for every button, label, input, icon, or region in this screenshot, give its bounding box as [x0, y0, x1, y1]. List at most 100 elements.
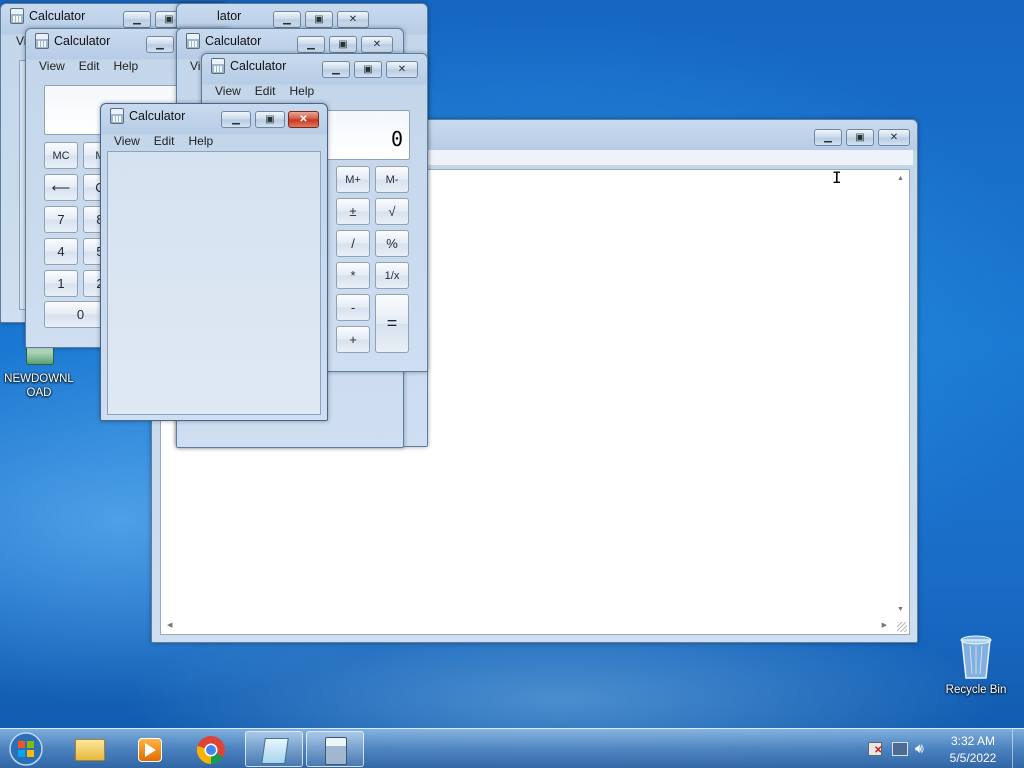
newdownload-label: NEWDOWNL OAD — [4, 373, 74, 399]
clock-time[interactable]: 3:32 AM — [938, 734, 1008, 748]
window-title: Calculator — [230, 59, 287, 73]
close-icon: ✕ — [889, 132, 899, 143]
volume-icon[interactable]: 🔊︎ — [915, 740, 924, 757]
menu-edit[interactable]: Edit — [147, 134, 182, 148]
network-icon[interactable] — [892, 742, 908, 756]
menubar: View Edit Help — [107, 132, 220, 150]
minus-button[interactable]: - — [336, 294, 370, 321]
percent-button[interactable]: % — [375, 230, 409, 257]
maximize-button[interactable]: ▣ — [255, 111, 285, 128]
menubar: View Edit Help — [208, 82, 321, 100]
minimize-button[interactable]: ▁ — [146, 36, 174, 53]
close-button[interactable]: ✕ — [361, 36, 393, 53]
calculator-body-empty — [107, 151, 321, 415]
taskbar-chrome[interactable] — [183, 731, 241, 767]
text-cursor-icon: I — [832, 168, 842, 187]
scroll-up-icon[interactable]: ▲ — [897, 175, 904, 182]
digit-1-button[interactable]: 1 — [44, 270, 78, 297]
maximize-button[interactable]: ▣ — [354, 61, 382, 78]
multiply-button[interactable]: * — [336, 262, 370, 289]
minimize-icon: ▁ — [824, 132, 832, 143]
taskbar: ✕ 🔊︎ 3:32 AM 5/5/2022 — [0, 728, 1024, 768]
close-icon: ✕ — [372, 39, 382, 50]
menu-help[interactable]: Help — [106, 59, 145, 73]
taskbar-media-player[interactable] — [121, 731, 179, 767]
menu-view[interactable]: View — [107, 134, 147, 148]
minimize-icon: ▁ — [283, 14, 291, 25]
close-button[interactable]: ✕ — [386, 61, 418, 78]
minimize-icon: ▁ — [332, 64, 340, 75]
divide-button[interactable]: / — [336, 230, 370, 257]
m-plus-button[interactable]: M+ — [336, 166, 370, 193]
equals-button[interactable]: = — [375, 294, 409, 353]
close-button[interactable]: ✕ — [288, 111, 319, 128]
minimize-icon: ▁ — [232, 114, 240, 125]
menu-edit[interactable]: Edit — [72, 59, 107, 73]
scroll-left-icon[interactable]: ◀ — [167, 621, 172, 629]
maximize-icon: ▣ — [265, 114, 275, 125]
play-icon — [145, 743, 156, 757]
plus-button[interactable]: + — [336, 326, 370, 353]
maximize-icon: ▣ — [338, 39, 348, 50]
maximize-icon: ▣ — [855, 132, 865, 143]
close-icon: ✕ — [397, 64, 407, 75]
minimize-button[interactable]: ▁ — [273, 11, 301, 28]
scroll-down-icon[interactable]: ▼ — [897, 606, 904, 613]
clock-date[interactable]: 5/5/2022 — [938, 751, 1008, 765]
reciprocal-button[interactable]: 1/x — [375, 262, 409, 289]
taskbar-explorer[interactable] — [61, 731, 119, 767]
editor-minimize-button[interactable]: ▁ — [814, 129, 842, 146]
chrome-icon — [196, 736, 225, 765]
window-title: Calculator — [129, 109, 186, 123]
maximize-button[interactable]: ▣ — [329, 36, 357, 53]
calculator-icon — [35, 33, 49, 49]
minimize-button[interactable]: ▁ — [123, 11, 151, 28]
desktop-icon-recycle-bin[interactable]: Recycle Bin — [940, 630, 1012, 700]
close-button[interactable]: ✕ — [337, 11, 369, 28]
menu-help[interactable]: Help — [282, 84, 321, 98]
digit-4-button[interactable]: 4 — [44, 238, 78, 265]
window-title: Calculator — [54, 34, 111, 48]
maximize-icon: ▣ — [314, 14, 324, 25]
menu-edit[interactable]: Edit — [248, 84, 283, 98]
menu-view[interactable]: View — [208, 84, 248, 98]
minimize-button[interactable]: ▁ — [221, 111, 251, 128]
window-title: Calculator — [29, 9, 86, 23]
newdownload-icon — [26, 345, 54, 365]
show-desktop-button[interactable] — [1012, 729, 1024, 768]
sqrt-button[interactable]: √ — [375, 198, 409, 225]
editor-close-button[interactable]: ✕ — [878, 129, 910, 146]
calculator-icon — [110, 108, 124, 124]
maximize-button[interactable]: ▣ — [305, 11, 333, 28]
flag-icon[interactable]: ✕ — [868, 742, 882, 756]
minimize-icon: ▁ — [307, 39, 315, 50]
horizontal-scrollbar[interactable]: ◀ ▶ — [161, 618, 893, 634]
mc-button[interactable]: MC — [44, 142, 78, 169]
backspace-button[interactable]: ⟵ — [44, 174, 78, 201]
display-value: 0 — [390, 127, 403, 151]
calculator-icon — [186, 33, 200, 49]
calculator-icon — [211, 58, 225, 74]
digit-7-button[interactable]: 7 — [44, 206, 78, 233]
windows-orb-icon — [9, 732, 43, 766]
folder-icon — [75, 739, 105, 761]
plus-minus-button[interactable]: ± — [336, 198, 370, 225]
recycle-bin-icon — [960, 635, 992, 679]
start-button[interactable] — [5, 730, 47, 768]
menu-help[interactable]: Help — [181, 134, 220, 148]
minimize-button[interactable]: ▁ — [322, 61, 350, 78]
recycle-bin-label: Recycle Bin — [945, 684, 1007, 696]
taskbar-notepad[interactable] — [245, 731, 303, 767]
vertical-scrollbar[interactable]: ▲ ▼ — [893, 170, 909, 618]
m-minus-button[interactable]: M- — [375, 166, 409, 193]
menu-view[interactable]: View — [32, 59, 72, 73]
editor-maximize-button[interactable]: ▣ — [846, 129, 874, 146]
scroll-right-icon[interactable]: ▶ — [882, 621, 887, 629]
window-title-partial: lator — [217, 9, 242, 23]
size-grip-icon[interactable] — [897, 622, 907, 632]
maximize-icon: ▣ — [363, 64, 373, 75]
taskbar-calculator[interactable] — [306, 731, 364, 767]
calculator-window-foreground[interactable]: Calculator ▁ ▣ ✕ View Edit Help — [100, 103, 328, 421]
minimize-button[interactable]: ▁ — [297, 36, 325, 53]
menubar: View Edit Help — [32, 57, 145, 75]
